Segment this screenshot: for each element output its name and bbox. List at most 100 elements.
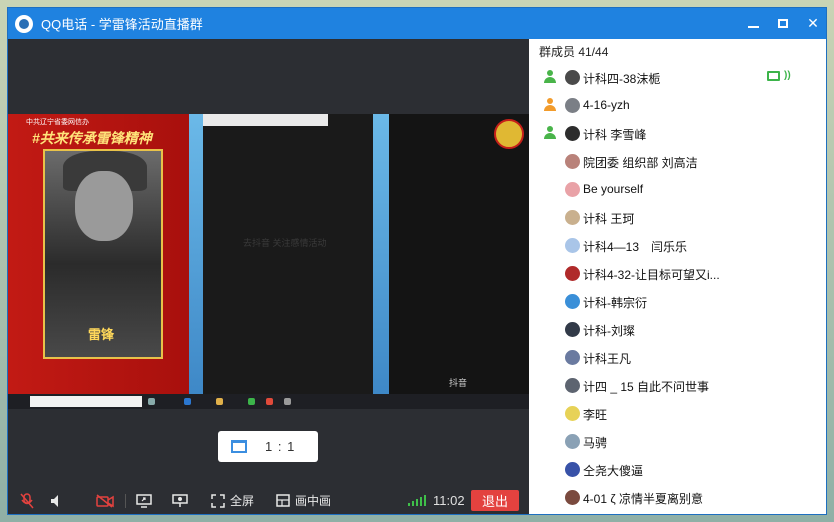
member-name: 计科 王珂 [583, 212, 635, 226]
picture-in-picture-button[interactable]: 画中画 [276, 485, 332, 514]
taskbar-app-icon [216, 398, 223, 405]
qq-logo-icon [15, 14, 33, 33]
avatar [565, 378, 580, 393]
member-row[interactable]: 计科-刘璨 [529, 315, 826, 343]
mic-off-icon [20, 492, 34, 508]
screen-side-strip-right [373, 114, 389, 394]
avatar [565, 70, 580, 85]
member-row[interactable]: 计科 李雪峰 [529, 119, 826, 147]
avatar [565, 350, 580, 365]
member-row[interactable]: 计科王凡 [529, 343, 826, 371]
avatar [565, 266, 580, 281]
member-row[interactable]: 仝尧大傻逼 [529, 455, 826, 483]
member-name: 计科-刘璨 [583, 324, 635, 338]
member-name: 计科4—13 闫乐乐 [583, 240, 688, 254]
avatar [565, 322, 580, 337]
member-row[interactable]: 院团委 组织部 刘高洁 [529, 147, 826, 175]
admin-icon [543, 70, 557, 84]
member-panel: 群成员 41/44 计科四-38沫栀)) 4-16-yzh 计科 李雪峰院团委 组织… [529, 39, 826, 514]
member-name: 院团委 组织部 刘高洁 [583, 156, 698, 170]
member-row[interactable]: 李旺 [529, 399, 826, 427]
maximize-button[interactable] [768, 8, 798, 39]
member-count-header: 群成员 41/44 [539, 45, 609, 59]
member-row[interactable]: 计科四-38沫栀)) [529, 63, 826, 91]
taskbar-app-icon [266, 398, 273, 405]
picture-in-picture-label: 画中画 [295, 494, 332, 508]
poster-panel: 中共辽宁省委网信办 #共来传承雷锋精神 雷锋 [8, 114, 203, 394]
window-title: QQ电话 - 学雷锋活动直播群 [41, 17, 203, 32]
camera-off-button[interactable] [96, 485, 114, 514]
app-watermark: 抖音 [449, 378, 468, 388]
portrait-name-tag: 雷锋 [88, 327, 115, 342]
video-panel-right: 抖音 [389, 114, 529, 394]
member-row[interactable]: 计四 _ 15 自此不问世事 [529, 371, 826, 399]
taskbar-app-icon [248, 398, 255, 405]
member-name: 计科王凡 [583, 352, 632, 366]
member-name: 计科 李雪峰 [583, 128, 647, 142]
avatar [565, 490, 580, 505]
member-name: 4-01 ζ 凉情半夏离别意 [583, 492, 703, 506]
signal-strength-icon [408, 494, 428, 506]
shared-taskbar [8, 394, 529, 409]
member-row[interactable]: 4-16-yzh [529, 91, 826, 119]
avatar [565, 406, 580, 421]
member-name: 马骋 [583, 436, 608, 450]
speaker-button[interactable] [50, 485, 64, 514]
presenter-icon [172, 493, 188, 507]
portrait-face [75, 171, 133, 241]
avatar [565, 182, 580, 197]
member-name: 计科4-32-让目标可望又i... [583, 268, 720, 282]
aspect-ratio-button[interactable]: 1 : 1 [218, 431, 318, 462]
member-row[interactable]: 计科-韩宗衍 [529, 287, 826, 315]
taskbar-search-box [30, 396, 142, 407]
minimize-button[interactable] [738, 8, 768, 39]
fullscreen-button[interactable]: 全屏 [211, 485, 255, 514]
owner-icon [543, 98, 557, 112]
member-name: 4-16-yzh [583, 98, 630, 112]
member-name: 李旺 [583, 408, 608, 422]
avatar [565, 210, 580, 225]
window-icon [231, 440, 247, 453]
close-icon: ✕ [807, 15, 819, 31]
fullscreen-icon [211, 493, 225, 508]
mute-mic-button[interactable] [20, 485, 34, 514]
member-row[interactable]: 计科4—13 闫乐乐 [529, 231, 826, 259]
member-name: 仝尧大傻逼 [583, 464, 644, 478]
sharing-status: )) [767, 70, 791, 81]
exit-call-button[interactable]: 退出 [471, 490, 519, 511]
video-panel-middle: 去抖音 关注感情活动 [203, 114, 373, 394]
shared-screen[interactable]: 中共辽宁省委网信办 #共来传承雷锋精神 雷锋 去抖音 关注感情活动 抖音 [8, 114, 529, 409]
avatar [565, 462, 580, 477]
youth-league-badge-icon [494, 119, 524, 149]
video-area: 中共辽宁省委网信办 #共来传承雷锋精神 雷锋 去抖音 关注感情活动 抖音 1:… [8, 39, 529, 514]
avatar [565, 154, 580, 169]
maximize-icon [778, 19, 788, 28]
title-bar[interactable]: QQ电话 - 学雷锋活动直播群 ✕ [8, 8, 826, 39]
camera-off-icon [96, 493, 114, 508]
avatar [565, 434, 580, 449]
member-row[interactable]: 计科 王珂 [529, 203, 826, 231]
taskbar-app-icon [284, 398, 291, 405]
admin-icon [543, 126, 557, 140]
presenter-button[interactable] [172, 485, 188, 514]
member-row[interactable]: 4-01 ζ 凉情半夏离别意 [529, 483, 826, 511]
avatar [565, 294, 580, 309]
panel-header-bar [203, 114, 328, 126]
member-row[interactable]: 计科4-32-让目标可望又i... [529, 259, 826, 287]
share-screen-button[interactable] [136, 485, 152, 514]
screen-sharing-icon [767, 70, 780, 81]
close-button[interactable]: ✕ [798, 8, 826, 39]
taskbar-app-icon [148, 398, 155, 405]
minimize-icon [747, 25, 759, 28]
member-row[interactable]: Be yourself [529, 175, 826, 203]
speaking-icon: )) [784, 70, 791, 81]
taskbar-app-icon [184, 398, 191, 405]
panel-middle-caption: 去抖音 关注感情活动 [243, 238, 327, 248]
poster-title: #共来传承雷锋精神 [32, 130, 152, 146]
fullscreen-label: 全屏 [230, 494, 255, 508]
avatar [565, 98, 580, 113]
screen-side-strip [189, 114, 203, 394]
toolbar-divider [125, 494, 126, 508]
member-row[interactable]: 马骋 [529, 427, 826, 455]
poster-org-text: 中共辽宁省委网信办 [26, 119, 89, 126]
